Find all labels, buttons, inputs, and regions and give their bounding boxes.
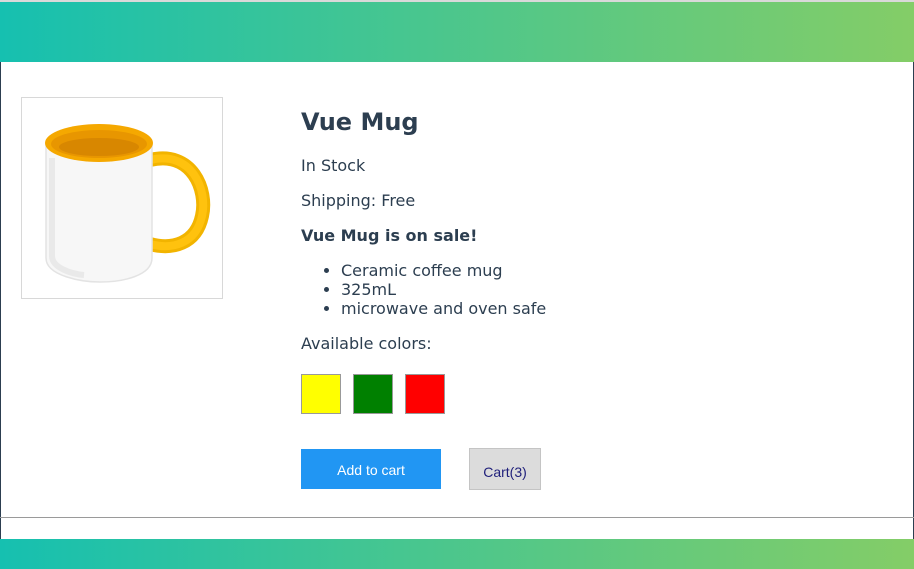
- stock-status: In Stock: [301, 156, 366, 175]
- footer-bar: [0, 539, 914, 569]
- add-to-cart-button[interactable]: Add to cart: [301, 449, 441, 489]
- color-swatch-red[interactable]: [405, 374, 445, 414]
- footer-left-edge: [0, 518, 1, 539]
- shipping-info: Shipping: Free: [301, 191, 416, 210]
- list-item: microwave and oven safe: [341, 299, 546, 318]
- colors-label: Available colors:: [301, 334, 432, 353]
- product-page: Vue Mug In Stock Shipping: Free Vue Mug …: [0, 0, 914, 569]
- content-divider: [0, 517, 914, 518]
- list-item: Ceramic coffee mug: [341, 261, 546, 280]
- color-swatch-green[interactable]: [353, 374, 393, 414]
- sale-message: Vue Mug is on sale!: [301, 226, 478, 245]
- mug-icon: [45, 124, 211, 283]
- cart-counter[interactable]: Cart(3): [469, 448, 541, 490]
- left-edge: [0, 62, 1, 517]
- product-details-list: Ceramic coffee mug 325mL microwave and o…: [301, 261, 546, 318]
- product-info: Vue Mug In Stock Shipping: Free Vue Mug …: [301, 100, 861, 490]
- color-swatch-yellow[interactable]: [301, 374, 341, 414]
- header-bar: [0, 2, 914, 62]
- product-image: [21, 97, 223, 299]
- list-item: 325mL: [341, 280, 546, 299]
- product-title: Vue Mug: [301, 108, 419, 136]
